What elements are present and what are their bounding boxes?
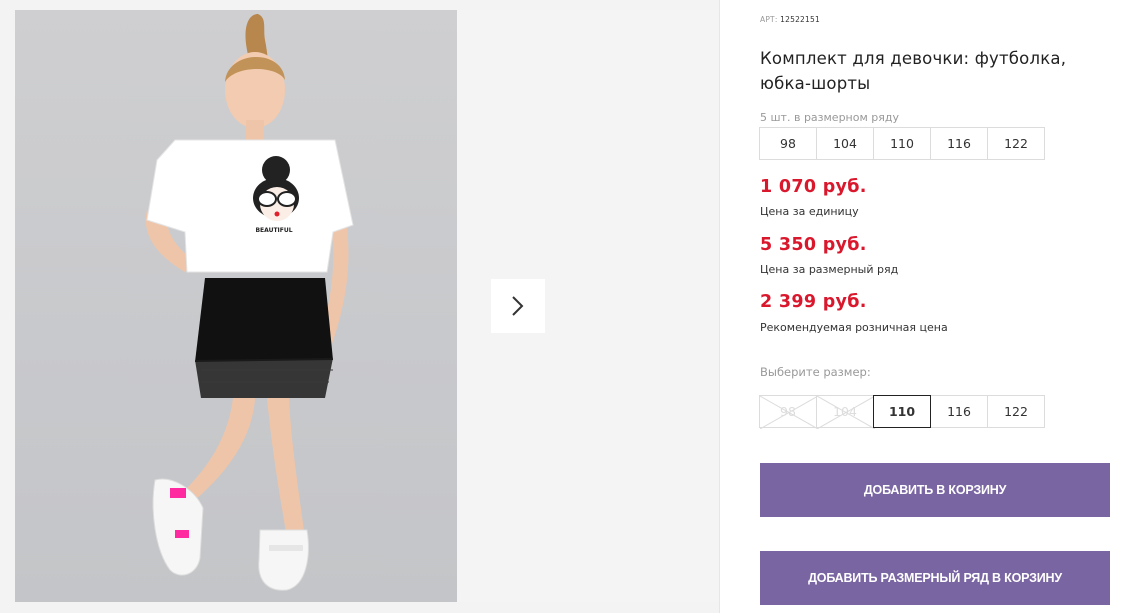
product-photo[interactable]: BEAUTIFUL (15, 10, 457, 602)
print-text: BEAUTIFUL (255, 227, 292, 234)
size-option-98: 98 (759, 395, 818, 429)
chevron-right-icon (512, 296, 524, 316)
size-row-list: 98 104 110 116 122 (759, 127, 1045, 160)
size-row-item: 104 (816, 127, 874, 160)
size-option-110[interactable]: 110 (873, 395, 931, 428)
size-row-item: 110 (873, 127, 931, 160)
choose-size-label: Выберите размер: (760, 365, 871, 379)
article-number: АРТ: 12522151 (760, 15, 820, 24)
add-to-cart-button[interactable]: ДОБАВИТЬ В КОРЗИНУ (760, 463, 1110, 517)
size-option-122[interactable]: 122 (987, 395, 1045, 428)
size-row-price-note: Цена за размерный ряд (760, 263, 899, 276)
retail-price-note: Рекомендуемая розничная цена (760, 321, 948, 334)
gallery-gap (0, 10, 15, 602)
retail-price: 2 399 руб. (760, 292, 867, 312)
article-label: АРТ: (760, 15, 778, 24)
size-row-item: 122 (987, 127, 1045, 160)
product-title: Комплект для девочки: футболка, юбка-шор… (760, 49, 1067, 93)
size-row-item: 98 (759, 127, 817, 160)
size-option-104: 104 (816, 395, 875, 429)
size-row-item: 116 (930, 127, 988, 160)
next-image-button[interactable] (491, 279, 545, 333)
unit-price: 1 070 руб. (760, 177, 867, 197)
article-value: 12522151 (780, 15, 820, 24)
size-row-label: 5 шт. в размерном ряду (760, 111, 899, 124)
size-option-116[interactable]: 116 (930, 395, 988, 428)
size-row-price: 5 350 руб. (760, 235, 867, 255)
girl-outfit-illustration: BEAUTIFUL (145, 14, 354, 591)
size-selector: 98 104 110 116 122 (759, 395, 1045, 429)
add-size-row-button[interactable]: ДОБАВИТЬ РАЗМЕРНЫЙ РЯД В КОРЗИНУ (760, 551, 1110, 605)
unit-price-note: Цена за единицу (760, 205, 859, 218)
